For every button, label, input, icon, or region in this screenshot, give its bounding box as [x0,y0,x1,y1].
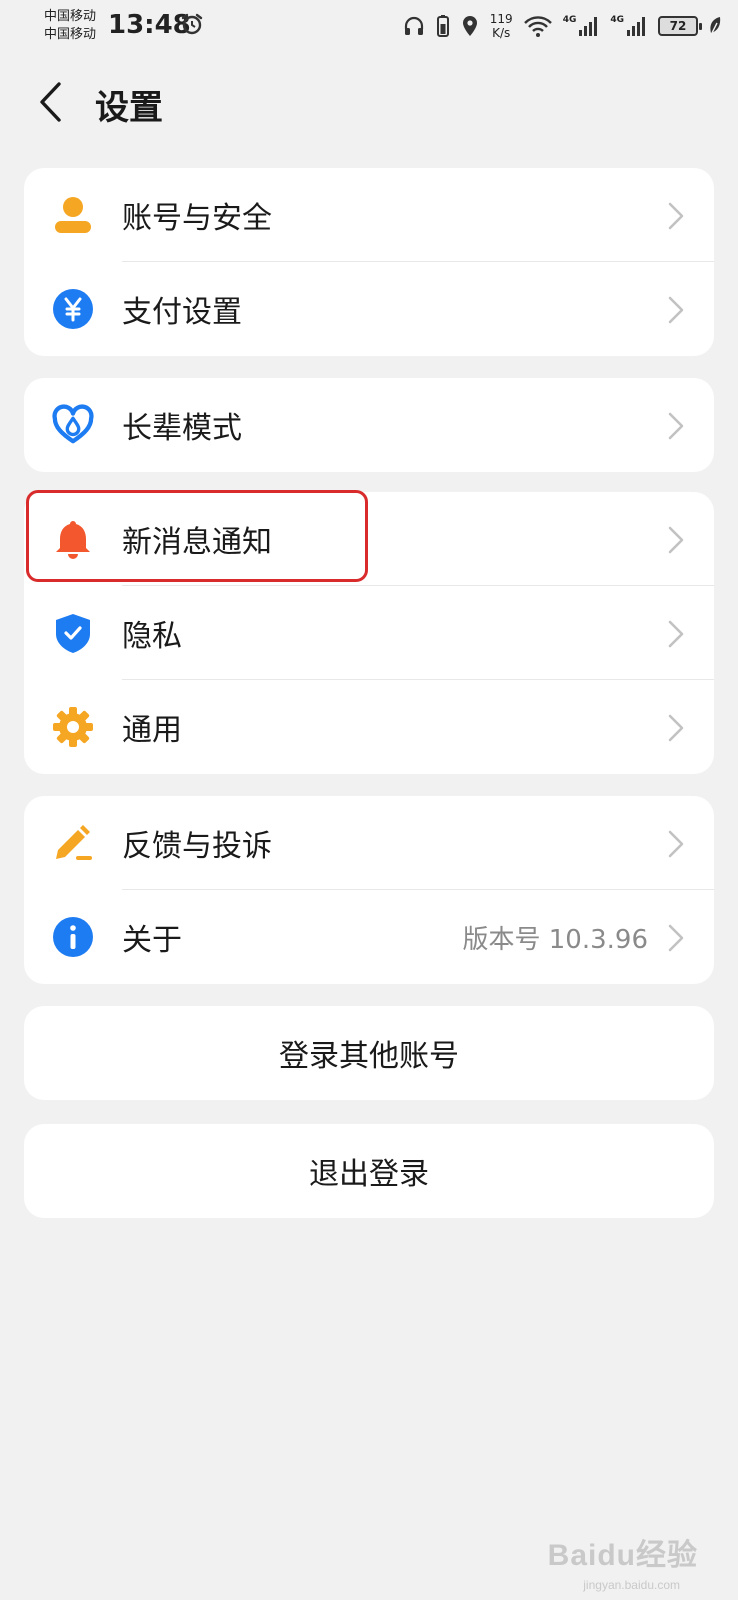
chevron-right-icon [668,924,684,952]
signal-icon [579,17,598,36]
battery-indicator: 72 [658,16,702,36]
carrier-1: 中国移动 [44,9,97,24]
version-number: 版本号 10.3.96 [462,924,648,955]
menu-item-label: 通用 [122,713,182,748]
chevron-right-icon [668,296,684,324]
menu-item-feedback[interactable]: 反馈与投诉 [24,796,714,890]
network-type-2: 4G [610,15,624,25]
chevron-right-icon [668,830,684,858]
header: 设置 [0,70,738,134]
chevron-right-icon [668,202,684,230]
menu-item-new-message-notification[interactable]: 新消息通知 [24,492,714,586]
menu-item-label: 隐私 [122,619,182,654]
yen-icon [52,288,94,330]
wifi-icon [523,16,552,37]
chevron-right-icon [668,620,684,648]
carrier-2: 中国移动 [44,27,97,42]
gear-icon [52,706,94,748]
menu-item-about[interactable]: 关于 版本号 10.3.96 [24,890,714,984]
status-time: 13:48 [108,10,191,40]
menu-item-general[interactable]: 通用 [24,680,714,774]
speed-unit: K/s [492,26,511,40]
info-icon [52,916,94,958]
menu-item-label: 长辈模式 [122,411,242,446]
status-icons: 119 K/s 4G 4G 72 [402,8,722,44]
chevron-right-icon [668,714,684,742]
bell-icon [52,518,94,560]
heart-icon [52,404,94,446]
logout-button[interactable]: 退出登录 [24,1124,714,1218]
settings-group-support: 反馈与投诉 关于 版本号 10.3.96 [24,796,714,984]
status-bar: 中国移动 中国移动 13:48 119 K/s 4G 4G 72 [0,0,738,50]
back-arrow-icon [40,82,61,122]
signal-1: 4G [563,15,601,37]
menu-item-payment-settings[interactable]: 支付设置 [24,262,714,356]
watermark-logo: Baidu经验 [547,1539,698,1572]
network-type-1: 4G [562,15,577,25]
network-speed: 119 K/s [490,12,513,40]
settings-group-elder: 长辈模式 [24,378,714,472]
leaf-icon [710,17,721,36]
location-icon [462,16,477,36]
menu-item-label: 支付设置 [122,295,242,330]
settings-group-general: 新消息通知 隐私 通用 [24,492,714,774]
user-icon [52,194,94,236]
pencil-icon [52,822,94,864]
headphones-icon [404,16,423,35]
alarm-icon [181,13,203,35]
signal-2: 4G [610,15,648,37]
menu-item-label: 新消息通知 [122,525,272,560]
menu-item-privacy[interactable]: 隐私 [24,586,714,680]
signal-icon [627,17,645,36]
phone-battery-icon [436,15,449,37]
switch-account-button[interactable]: 登录其他账号 [24,1006,714,1100]
menu-item-label: 反馈与投诉 [122,829,272,864]
chevron-right-icon [668,412,684,440]
chevron-right-icon [668,526,684,554]
speed-value: 119 [489,12,513,26]
menu-item-account-security[interactable]: 账号与安全 [24,168,714,262]
back-button[interactable] [30,76,70,128]
menu-item-label: 账号与安全 [122,201,272,236]
watermark-url: jingyan.baidu.com [583,1578,680,1592]
carrier-info: 中国移动 中国移动 [44,8,96,44]
shield-icon [52,612,94,654]
settings-group-account: 账号与安全 支付设置 [24,168,714,356]
menu-item-elder-mode[interactable]: 长辈模式 [24,378,714,472]
page-title: 设置 [95,88,163,128]
menu-item-label: 关于 [122,923,182,958]
